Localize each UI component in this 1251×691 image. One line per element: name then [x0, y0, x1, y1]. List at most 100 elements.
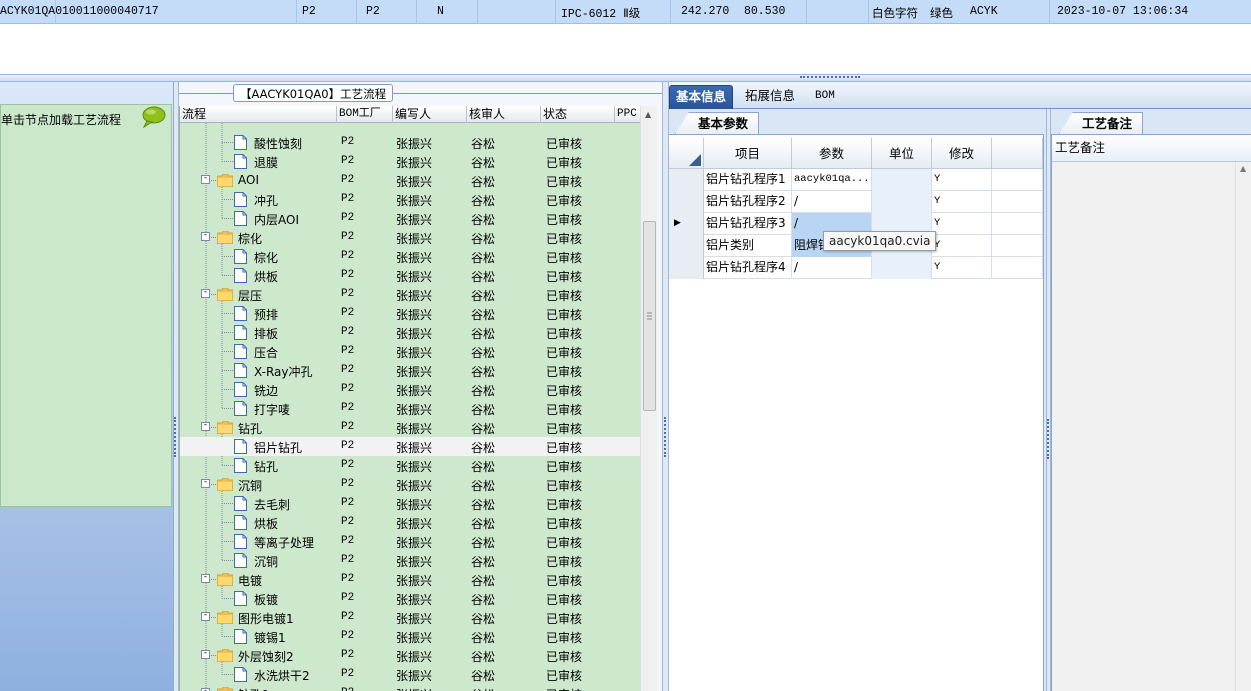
- param-cell-param[interactable]: /: [792, 191, 872, 213]
- tree-row[interactable]: 板镀 P2 张振兴 谷松 已审核: [180, 589, 640, 608]
- collapse-icon[interactable]: -: [201, 174, 210, 184]
- tree-row[interactable]: 打字唛 P2 张振兴 谷松 已审核: [180, 399, 640, 418]
- param-cell-spare[interactable]: [992, 213, 1043, 235]
- param-row[interactable]: 铝片钻孔程序4/ Y: [669, 257, 1043, 279]
- param-cell-unit[interactable]: [872, 191, 932, 213]
- step-status: 已审核: [546, 308, 583, 322]
- tree-row[interactable]: - 沉铜 P2 张振兴 谷松 已审核: [180, 475, 640, 494]
- tree-col-header[interactable]: 编写人: [393, 106, 467, 123]
- tree-col-header[interactable]: 核审人: [467, 106, 541, 123]
- horizontal-splitter[interactable]: [0, 74, 1251, 82]
- col-header-item[interactable]: 项目: [704, 138, 792, 169]
- row-header[interactable]: [669, 257, 704, 279]
- tree-row[interactable]: 棕化 P2 张振兴 谷松 已审核: [180, 247, 640, 266]
- tree-row[interactable]: - 外层蚀刻2 P2 张振兴 谷松 已审核: [180, 646, 640, 665]
- tree-col-header[interactable]: BOM工厂: [337, 106, 393, 123]
- tree-row[interactable]: 退膜 P2 张振兴 谷松 已审核: [180, 152, 640, 171]
- step-writer: 张振兴: [396, 669, 433, 683]
- tree-row[interactable]: 水洗烘干2 P2 张振兴 谷松 已审核: [180, 665, 640, 684]
- param-cell-modify[interactable]: Y: [932, 191, 992, 213]
- tree-row[interactable]: - 图形电镀1 P2 张振兴 谷松 已审核: [180, 608, 640, 627]
- param-cell-item[interactable]: 铝片钻孔程序2: [704, 191, 792, 213]
- notes-caption[interactable]: 工艺备注: [1059, 112, 1144, 134]
- row-header[interactable]: [669, 235, 704, 257]
- param-cell-modify[interactable]: Y: [932, 257, 992, 279]
- tree-row[interactable]: 铝片钻孔 P2 张振兴 谷松 已审核: [180, 437, 640, 456]
- param-cell-spare[interactable]: [992, 235, 1043, 257]
- param-cell-item[interactable]: 铝片钻孔程序4: [704, 257, 792, 279]
- param-cell-unit[interactable]: [872, 257, 932, 279]
- collapse-icon[interactable]: -: [201, 288, 210, 298]
- col-header-modify[interactable]: 修改: [932, 138, 992, 169]
- tree-row[interactable]: - 棕化 P2 张振兴 谷松 已审核: [180, 228, 640, 247]
- tree-row[interactable]: 钻孔 P2 张振兴 谷松 已审核: [180, 456, 640, 475]
- tree-vertical-scrollbar[interactable]: ▲: [640, 106, 657, 691]
- process-tree-grid[interactable]: 流程 BOM工厂 编写人 核审人 状态 PPC 酸性蚀刻 P2 张振兴 谷松 已审核 退膜 P2 张振兴…: [179, 106, 640, 691]
- collapse-icon[interactable]: -: [201, 478, 210, 488]
- tree-row[interactable]: -钻孔1P2张振兴谷松已审核: [180, 684, 640, 691]
- document-icon: [234, 458, 247, 473]
- collapse-icon[interactable]: -: [201, 573, 210, 583]
- tree-row[interactable]: 压合 P2 张振兴 谷松 已审核: [180, 342, 640, 361]
- row-header[interactable]: [669, 191, 704, 213]
- tree-row[interactable]: - 钻孔 P2 张振兴 谷松 已审核: [180, 418, 640, 437]
- tree-col-header[interactable]: 状态: [541, 106, 615, 123]
- row-header[interactable]: ▶: [669, 213, 704, 235]
- tree-row[interactable]: 铣边 P2 张振兴 谷松 已审核: [180, 380, 640, 399]
- scroll-up-icon[interactable]: ▲: [645, 110, 651, 119]
- collapse-icon[interactable]: -: [201, 421, 210, 431]
- col-header-unit[interactable]: 单位: [872, 138, 932, 169]
- tab-basic-info[interactable]: 基本信息: [669, 85, 734, 109]
- param-cell-modify[interactable]: Y: [932, 169, 992, 191]
- step-reviewer: 谷松: [471, 669, 496, 683]
- params-grid[interactable]: 项目 参数 单位 修改 铝片钻孔程序1 aacyk01qa... Y 铝片钻孔程序2/…: [669, 134, 1044, 691]
- param-cell-spare[interactable]: [992, 257, 1043, 279]
- record-cell: 绿色: [930, 8, 953, 21]
- param-cell-spare[interactable]: [992, 191, 1043, 213]
- tree-col-header[interactable]: PPC: [615, 106, 640, 123]
- tree-row[interactable]: 镀锡1 P2 张振兴 谷松 已审核: [180, 627, 640, 646]
- selected-record-row[interactable]: ACYK01QA0 10011000040717 P2 P2 N IPC-6012 Ⅱ级 2…: [0, 0, 1251, 24]
- param-cell-modify[interactable]: Y: [932, 213, 992, 235]
- step-reviewer: 谷松: [471, 194, 496, 208]
- tree-row[interactable]: 沉铜 P2 张振兴 谷松 已审核: [180, 551, 640, 570]
- row-header[interactable]: [669, 169, 704, 191]
- notes-grid[interactable]: 工艺备注 ▲: [1051, 134, 1251, 691]
- param-cell-spare[interactable]: [992, 169, 1043, 191]
- tree-row[interactable]: - 层压 P2 张振兴 谷松 已审核: [180, 285, 640, 304]
- tree-row[interactable]: - 电镀 P2 张振兴 谷松 已审核: [180, 570, 640, 589]
- notes-vertical-scrollbar[interactable]: ▲: [1235, 162, 1251, 691]
- scroll-up-icon[interactable]: ▲: [1240, 164, 1246, 173]
- basic-params-caption[interactable]: 基本参数: [675, 112, 760, 134]
- tree-row[interactable]: 烘板 P2 张振兴 谷松 已审核: [180, 513, 640, 532]
- param-row[interactable]: 铝片钻孔程序1 aacyk01qa... Y: [669, 169, 1043, 191]
- tree-row[interactable]: 等离子处理 P2 张振兴 谷松 已审核: [180, 532, 640, 551]
- param-cell-param[interactable]: /: [792, 257, 872, 279]
- param-row[interactable]: 铝片钻孔程序2/ Y: [669, 191, 1043, 213]
- tree-row[interactable]: 内层AOI P2 张振兴 谷松 已审核: [180, 209, 640, 228]
- param-cell-modify[interactable]: Y: [932, 235, 992, 257]
- tree-row[interactable]: 烘板 P2 张振兴 谷松 已审核: [180, 266, 640, 285]
- col-header-param[interactable]: 参数: [792, 138, 872, 169]
- step-status: 已审核: [546, 137, 583, 151]
- collapse-icon[interactable]: -: [201, 231, 210, 241]
- tree-row[interactable]: X-Ray冲孔 P2 张振兴 谷松 已审核: [180, 361, 640, 380]
- step-writer: 张振兴: [396, 270, 433, 284]
- param-cell-unit[interactable]: [872, 169, 932, 191]
- param-cell-item[interactable]: 铝片钻孔程序1: [704, 169, 792, 191]
- tree-row[interactable]: 预排 P2 张振兴 谷松 已审核: [180, 304, 640, 323]
- tab-bom[interactable]: BOM: [809, 85, 841, 109]
- param-cell-item[interactable]: 铝片类别: [704, 235, 792, 257]
- collapse-icon[interactable]: -: [201, 611, 210, 621]
- collapse-icon[interactable]: -: [201, 649, 210, 659]
- tree-row[interactable]: 酸性蚀刻 P2 张振兴 谷松 已审核: [180, 133, 640, 152]
- tree-row[interactable]: - AOI P2 张振兴 谷松 已审核: [180, 171, 640, 190]
- tab-extended-info[interactable]: 拓展信息: [739, 85, 801, 109]
- param-cell-param[interactable]: aacyk01qa...: [792, 169, 872, 191]
- tree-row[interactable]: 冲孔 P2 张振兴 谷松 已审核: [180, 190, 640, 209]
- tree-row[interactable]: 排板 P2 张振兴 谷松 已审核: [180, 323, 640, 342]
- middle-splitter[interactable]: [662, 82, 669, 691]
- tree-row[interactable]: 去毛刺 P2 张振兴 谷松 已审核: [180, 494, 640, 513]
- param-cell-item[interactable]: 铝片钻孔程序3: [704, 213, 792, 235]
- scroll-thumb[interactable]: [643, 221, 656, 411]
